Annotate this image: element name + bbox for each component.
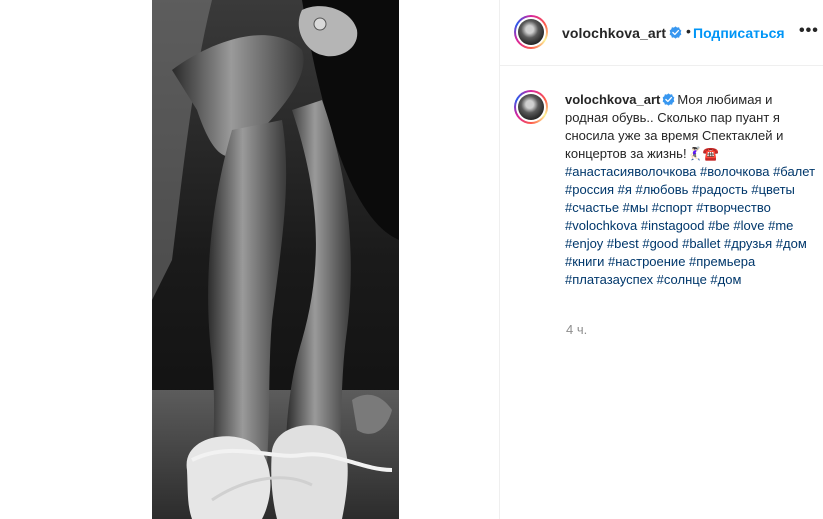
post-photo-image (152, 0, 399, 519)
caption-author-avatar[interactable] (514, 90, 548, 124)
verified-badge-icon (669, 26, 682, 39)
caption-username[interactable]: volochkova_art (565, 92, 660, 107)
post-header: volochkova_art • Подписаться ••• (500, 0, 823, 66)
verified-badge-icon (663, 93, 675, 106)
caption-hashtags[interactable]: #анастасияволочкова #волочкова #балет #р… (565, 164, 815, 287)
post-timestamp[interactable]: 4 ч. (566, 322, 587, 337)
avatar-image (518, 94, 544, 120)
separator-dot: • (686, 23, 691, 39)
more-options-icon[interactable]: ••• (799, 22, 819, 40)
post-side-panel: volochkova_art • Подписаться ••• volochk… (499, 0, 823, 519)
post-photo[interactable] (152, 0, 399, 519)
avatar-inner (516, 17, 546, 47)
page-background-left (0, 0, 152, 519)
avatar-inner (516, 92, 546, 122)
avatar-image (518, 19, 544, 45)
follow-button[interactable]: Подписаться (693, 25, 785, 41)
author-avatar[interactable] (514, 15, 548, 49)
author-username[interactable]: volochkova_art (562, 25, 666, 41)
post-caption: volochkova_art Моя любимая и родная обув… (565, 91, 817, 289)
